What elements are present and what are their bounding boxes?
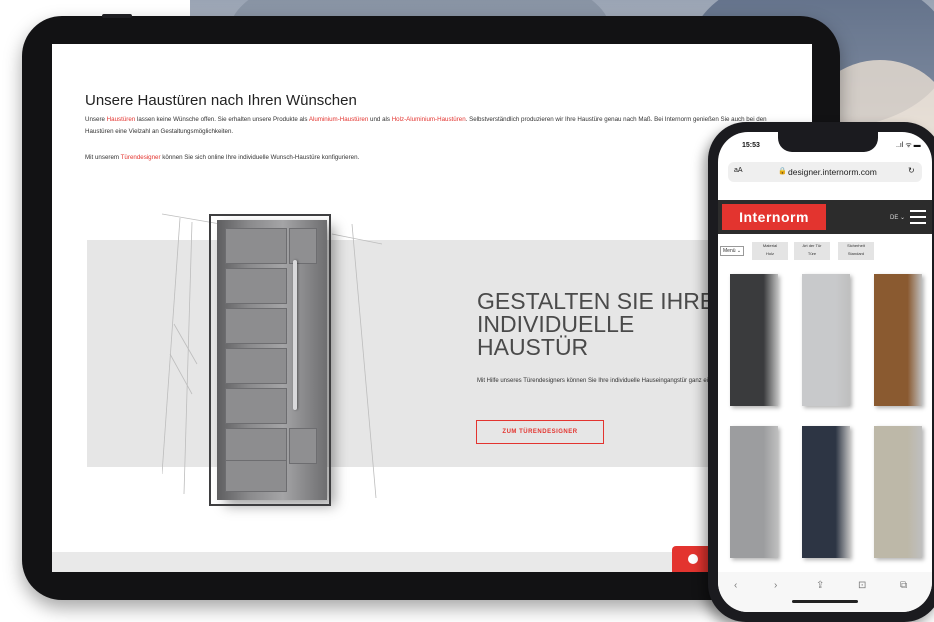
designer-paragraph: Mit unserem Türendesigner können Sie sic… (85, 152, 775, 164)
language-selector[interactable]: DE ⌄ (890, 214, 905, 221)
designer-text: Mit unserem (85, 154, 121, 161)
aluminium-haustueren-link[interactable]: Aluminium-Haustüren (309, 116, 369, 123)
home-indicator (792, 600, 858, 603)
door-thumbnail[interactable] (802, 274, 850, 406)
phone-notch (778, 132, 878, 152)
door-panel (225, 228, 287, 264)
intro-text: Unsere (85, 116, 107, 123)
text-size-button[interactable]: aA (734, 167, 743, 174)
filter-value: Holz (765, 251, 774, 256)
forward-icon[interactable]: › (774, 580, 777, 591)
filter-value: Türe (807, 251, 817, 256)
door-thumbnail[interactable] (730, 426, 778, 558)
door-thumbnail[interactable] (874, 274, 922, 406)
filter-label: Material (762, 243, 778, 248)
door-image (209, 214, 331, 506)
filter-door-type[interactable]: Art der Tür Türe (794, 242, 830, 260)
holz-aluminium-haustueren-link[interactable]: Holz-Aluminium-Haustüren (392, 116, 466, 123)
designer-text: können Sie sich online Ihre individuelle… (160, 154, 360, 161)
haustueren-link[interactable]: Haustüren (107, 116, 136, 123)
door-panel (225, 460, 287, 492)
phone-screen: 15:53 ..ıl ᯤ ▬ aA 🔒 designer.internorm.c… (718, 132, 932, 612)
intro-text: und als (368, 116, 392, 123)
door-panel (289, 428, 317, 464)
tablet-camera (102, 14, 132, 18)
reload-icon[interactable]: ↻ (908, 166, 915, 175)
browser-toolbar: ‹ › ⇪ ⊡ ⧉ (718, 572, 932, 612)
tuerendesigner-button[interactable]: ZUM TÜRENDESIGNER (476, 420, 604, 444)
status-time: 15:53 (742, 142, 760, 149)
chat-button[interactable] (672, 546, 712, 572)
door-panel (225, 428, 287, 464)
page-heading: Unsere Haustüren nach Ihren Wünschen (85, 92, 357, 109)
door-panel (225, 268, 287, 304)
chat-icon (688, 554, 698, 564)
internorm-logo[interactable]: Internorm (722, 204, 826, 230)
tablet-screen: Unsere Haustüren nach Ihren Wünschen Uns… (52, 44, 812, 572)
hamburger-menu-icon[interactable] (910, 210, 926, 224)
filter-value: Standard (847, 251, 865, 256)
door-handle (293, 260, 297, 410)
door-panel (289, 228, 317, 264)
filter-security[interactable]: Sicherheit Standard (838, 242, 874, 260)
share-icon[interactable]: ⇪ (816, 580, 824, 591)
url-domain: designer.internorm.com (788, 167, 877, 177)
url-bar[interactable]: aA 🔒 designer.internorm.com ↻ (728, 162, 922, 182)
back-icon[interactable]: ‹ (734, 580, 737, 591)
tabs-icon[interactable]: ⧉ (900, 580, 907, 591)
bookmarks-icon[interactable]: ⊡ (858, 580, 866, 591)
phone-device: 15:53 ..ıl ᯤ ▬ aA 🔒 designer.internorm.c… (708, 122, 934, 622)
door-thumbnail[interactable] (802, 426, 850, 558)
door-panel (225, 348, 287, 384)
lock-icon: 🔒 (778, 168, 787, 175)
tuerendesigner-link[interactable]: Türendesigner (121, 154, 161, 161)
filter-label: Sicherheit (847, 243, 865, 248)
door-thumbnail[interactable] (874, 426, 922, 558)
door-panel (225, 308, 287, 344)
filter-label: Art der Tür (802, 243, 822, 248)
filter-menu-button[interactable]: Menü ⌄ (720, 246, 745, 256)
door-thumbnail[interactable] (730, 274, 778, 406)
filter-material[interactable]: Material Holz (752, 242, 788, 260)
intro-text: lassen keine Wünsche offen. Sie erhalten… (135, 116, 309, 123)
door-panel (225, 388, 287, 424)
status-icons: ..ıl ᯤ ▬ (896, 142, 921, 149)
intro-paragraph: Unsere Haustüren lassen keine Wünsche of… (85, 114, 775, 138)
filter-bar: Menü ⌄ Material Holz Art der Tür Türe Si… (718, 240, 932, 262)
